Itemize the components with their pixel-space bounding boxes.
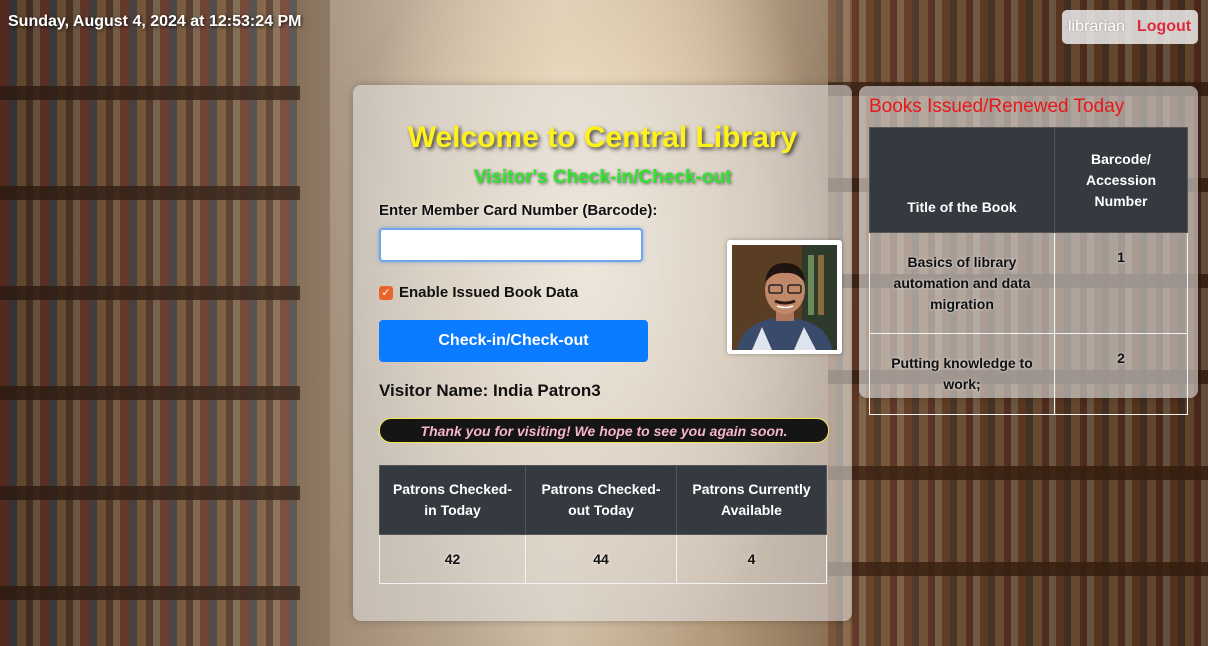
checkin-panel: Welcome to Central Library Visitor's Che… [353,85,852,621]
page-subtitle: Visitor's Check-in/Check-out [473,167,732,188]
table-row: Basics of library automation and data mi… [869,232,1188,334]
table-row: Putting knowledge to work; 2 [869,333,1188,415]
visitor-photo-image [732,245,837,350]
page-title: Welcome to Central Library [407,121,798,154]
books-header-row: Title of the Book Barcode/ Accession Num… [869,127,1188,233]
thanks-message: Thank you for visiting! We hope to see y… [379,418,829,443]
enable-issued-books-checkbox[interactable]: ✓ [379,285,393,300]
username-label: librarian [1068,18,1125,35]
patron-stats-table: Patrons Checked-in Today Patrons Checked… [379,465,827,584]
book-title-cell: Basics of library automation and data mi… [869,232,1055,334]
issued-books-panel: Books Issued/Renewed Today Title of the … [859,86,1198,415]
background-bookshelf-left [0,0,300,646]
stats-value-available: 4 [676,534,827,584]
stats-value-checked-in: 42 [379,534,526,584]
book-barcode-cell: 1 [1054,232,1188,334]
checkin-checkout-button[interactable]: Check-in/Check-out [379,320,648,362]
issued-books-title: Books Issued/Renewed Today [869,96,1125,117]
stats-header-row: Patrons Checked-in Today Patrons Checked… [379,465,827,535]
stats-header-available: Patrons Currently Available [676,465,827,535]
visitor-photo [727,240,842,354]
current-datetime: Sunday, August 4, 2024 at 12:53:24 PM [8,13,302,30]
stats-value-checked-out: 44 [525,534,677,584]
user-box: librarian Logout [1062,10,1198,44]
books-header-title: Title of the Book [869,127,1055,233]
books-header-barcode: Barcode/ Accession Number [1054,127,1188,233]
book-barcode-cell: 2 [1054,333,1188,415]
stats-value-row: 42 44 4 [379,534,827,584]
card-number-input[interactable] [379,228,643,262]
logout-link[interactable]: Logout [1137,18,1191,36]
book-title-cell: Putting knowledge to work; [869,333,1055,415]
enable-issued-books-label: Enable Issued Book Data [399,284,579,301]
issued-books-table: Title of the Book Barcode/ Accession Num… [869,127,1188,415]
visitor-name: Visitor Name: India Patron3 [379,381,601,400]
card-number-label: Enter Member Card Number (Barcode): [379,202,658,219]
enable-issued-books-row[interactable]: ✓ Enable Issued Book Data [379,284,578,301]
person-portrait-icon [732,245,837,350]
stats-header-checked-in: Patrons Checked-in Today [379,465,526,535]
stats-header-checked-out: Patrons Checked-out Today [525,465,677,535]
